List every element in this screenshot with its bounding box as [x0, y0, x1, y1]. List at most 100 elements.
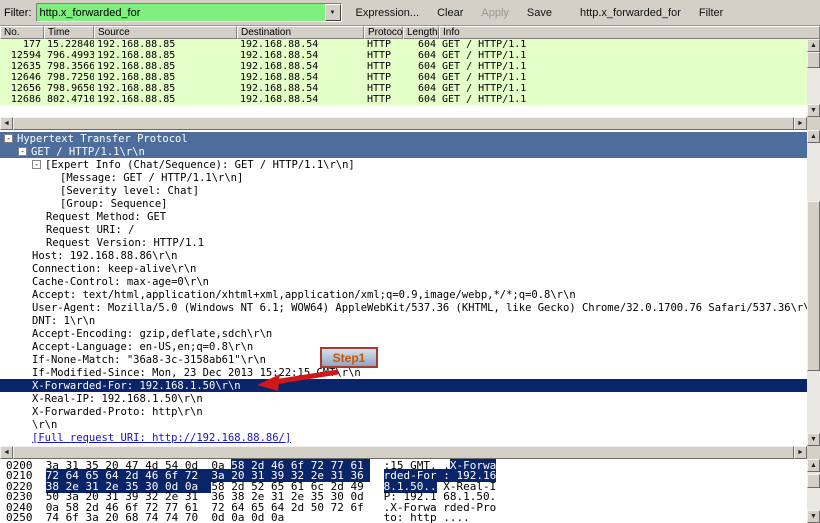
scroll-thumb[interactable] [807, 52, 820, 68]
detail-row[interactable]: Cache-Control: max-age=0\r\n [0, 275, 807, 288]
detail-row[interactable]: [Group: Sequence] [0, 197, 807, 210]
toolbar-button-clear[interactable]: Clear [431, 5, 469, 21]
scroll-down-button[interactable]: ▼ [807, 510, 820, 523]
column-header-length[interactable]: Length [403, 26, 439, 39]
expander-icon[interactable]: - [4, 134, 13, 143]
arrow-up-icon: ▲ [810, 42, 817, 49]
packet-list-vscrollbar[interactable]: ▲ ▼ [807, 39, 820, 117]
hex-row[interactable]: 0250 74 6f 3a 20 68 74 74 70 0d 0a 0d 0a… [6, 511, 807, 523]
detail-row[interactable]: [Message: GET / HTTP/1.1\r\n] [0, 171, 807, 184]
arrow-left-icon: ◄ [3, 449, 10, 456]
detail-text: Cache-Control: max-age=0\r\n [32, 275, 210, 288]
detail-row[interactable]: Connection: keep-alive\r\n [0, 262, 807, 275]
packet-info: GET / HTTP/1.1 [442, 94, 527, 105]
detail-row[interactable]: Request Version: HTTP/1.1 [0, 236, 807, 249]
scroll-thumb[interactable] [13, 117, 794, 130]
arrow-down-icon: ▼ [810, 513, 817, 520]
detail-row[interactable]: [Full request URI: http://192.168.88.86/… [0, 431, 807, 444]
detail-row[interactable]: User-Agent: Mozilla/5.0 (Windows NT 6.1;… [0, 301, 807, 314]
detail-row[interactable]: - [Expert Info (Chat/Sequence): GET / HTT… [0, 158, 807, 171]
arrow-down-icon: ▼ [810, 107, 817, 114]
column-header-info[interactable]: Info [439, 26, 820, 39]
detail-text: GET / HTTP/1.1\r\n [31, 145, 145, 158]
scroll-thumb[interactable] [13, 446, 794, 459]
packet-protocol: HTTP [367, 72, 392, 83]
arrow-down-icon: ▼ [810, 436, 817, 443]
detail-row[interactable]: Accept-Encoding: gzip,deflate,sdch\r\n [0, 327, 807, 340]
scroll-track[interactable] [807, 472, 820, 510]
detail-row[interactable]: X-Real-IP: 192.168.1.50\r\n [0, 392, 807, 405]
expander-icon[interactable]: - [18, 147, 27, 156]
filter-dropdown-button[interactable]: ▼ [324, 4, 341, 21]
packet-row[interactable]: 12635 798.356686192.168.88.85 192.168.88.5… [0, 61, 807, 72]
column-header-time[interactable]: Time [44, 26, 94, 39]
hex-ascii[interactable]: to: http .... [384, 511, 470, 523]
detail-row[interactable]: Accept-Language: en-US,en;q=0.8\r\n [0, 340, 807, 353]
scroll-thumb[interactable] [807, 474, 820, 488]
packet-no: 12686 [10, 94, 41, 105]
scroll-down-button[interactable]: ▼ [807, 104, 820, 117]
scroll-up-button[interactable]: ▲ [807, 39, 820, 52]
packet-row[interactable]: 12646 798.725074192.168.88.85 192.168.88.5… [0, 72, 807, 83]
detail-text: \r\n [32, 418, 58, 431]
packet-row[interactable]: 12686 802.471078192.168.88.85 192.168.88.5… [0, 94, 807, 105]
toolbar-button-apply[interactable]: Apply [475, 5, 515, 21]
packet-row[interactable]: 12656 798.965073192.168.88.85 192.168.88.5… [0, 83, 807, 94]
packet-row[interactable]: 177 15.2284070192.168.88.85 192.168.88.54 H… [0, 39, 807, 50]
toolbar-button-expression[interactable]: Expression... [350, 5, 426, 21]
detail-row[interactable]: If-Modified-Since: Mon, 23 Dec 2013 15:2… [0, 366, 807, 379]
scroll-up-button[interactable]: ▲ [807, 130, 820, 143]
filter-combo[interactable]: ▼ [35, 3, 342, 22]
expander-icon[interactable]: - [32, 160, 41, 169]
detail-row[interactable]: Request Method: GET [0, 210, 807, 223]
arrow-right-icon: ► [797, 449, 804, 456]
packet-list-hscrollbar[interactable]: ◄ ► [0, 117, 807, 130]
detail-row[interactable]: Accept: text/html,application/xhtml+xml,… [0, 288, 807, 301]
detail-row[interactable]: \r\n [0, 418, 807, 431]
detail-hscrollbar[interactable]: ◄ ► [0, 446, 807, 459]
scroll-up-button[interactable]: ▲ [807, 459, 820, 472]
detail-row[interactable]: - Hypertext Transfer Protocol [0, 132, 807, 145]
step1-arrow-icon [257, 369, 339, 391]
detail-row[interactable]: If-None-Match: "36a8-3c-3158ab61"\r\n [0, 353, 807, 366]
hex-vscrollbar[interactable]: ▲ ▼ [807, 459, 820, 523]
detail-row[interactable]: X-Forwarded-For: 192.168.1.50\r\n [0, 379, 807, 392]
toolbar-button-http-x-forwarded-for[interactable]: http.x_forwarded_for [574, 5, 687, 21]
wireshark-window: Filter: ▼ Expression... Clear Apply Savehtt… [0, 0, 820, 523]
packet-length: 604 [417, 61, 436, 72]
column-header-destination[interactable]: Destination [237, 26, 364, 39]
packet-source: 192.168.88.85 [97, 39, 176, 50]
filter-label: Filter: [4, 6, 32, 19]
column-header-no[interactable]: No. [0, 26, 44, 39]
detail-text: Accept: text/html,application/xhtml+xml,… [32, 288, 576, 301]
detail-row[interactable]: X-Forwarded-Proto: http\r\n [0, 405, 807, 418]
column-header-source[interactable]: Source [94, 26, 237, 39]
chevron-down-icon: ▼ [329, 9, 336, 16]
detail-row[interactable]: - GET / HTTP/1.1\r\n [0, 145, 807, 158]
packet-no: 12646 [10, 72, 41, 83]
detail-text: Request URI: / [46, 223, 135, 236]
detail-vscrollbar[interactable]: ▲ ▼ [807, 130, 820, 446]
filter-input[interactable] [36, 4, 325, 21]
hex-bytes[interactable]: 74 6f 3a 20 68 74 74 70 0d 0a 0d 0a [46, 511, 371, 523]
detail-row[interactable]: DNT: 1\r\n [0, 314, 807, 327]
scroll-right-button[interactable]: ► [794, 117, 807, 130]
detail-row[interactable]: Host: 192.168.88.86\r\n [0, 249, 807, 262]
scroll-track[interactable] [807, 143, 820, 433]
detail-row[interactable]: [Severity level: Chat] [0, 184, 807, 197]
scroll-right-button[interactable]: ► [794, 446, 807, 459]
toolbar-button-save[interactable]: Save [521, 5, 558, 21]
packet-list-pane: No. Time Source Destination Protocol Length In… [0, 26, 820, 117]
toolbar-button-filter[interactable]: Filter [693, 5, 729, 21]
packet-row[interactable]: 12594 796.499311192.168.88.85 192.168.88.5… [0, 50, 807, 61]
scroll-thumb[interactable] [807, 201, 820, 371]
scroll-left-button[interactable]: ◄ [0, 117, 13, 130]
packet-length: 604 [417, 94, 436, 105]
detail-text: [Message: GET / HTTP/1.1\r\n] [60, 171, 244, 184]
scroll-down-button[interactable]: ▼ [807, 433, 820, 446]
scroll-track[interactable] [807, 52, 820, 104]
detail-row[interactable]: Request URI: / [0, 223, 807, 236]
arrow-right-icon: ► [797, 120, 804, 127]
column-header-protocol[interactable]: Protocol [364, 26, 403, 39]
scroll-left-button[interactable]: ◄ [0, 446, 13, 459]
